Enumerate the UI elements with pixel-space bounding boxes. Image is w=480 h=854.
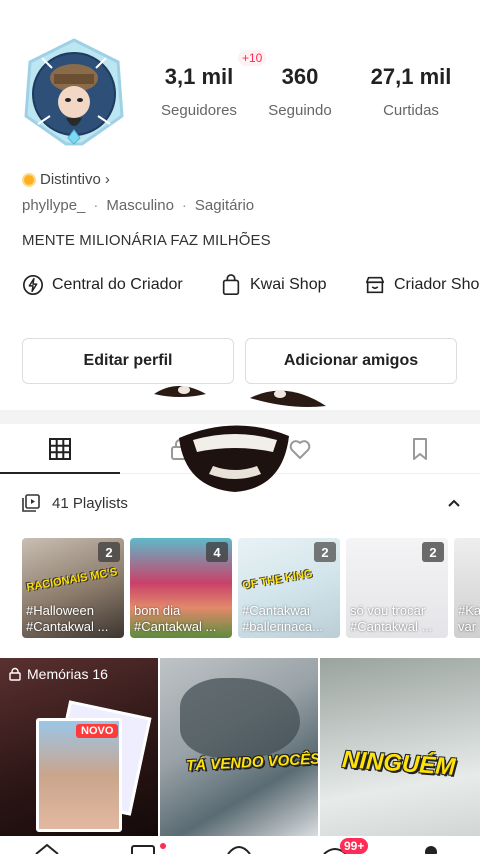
playlist-title: #Ka var <box>458 603 480 634</box>
playlist-title: bom dia #Cantakwal ... <box>134 603 217 634</box>
profile-header: 3,1 mil Seguidores 360 Seguindo 27,1 mil… <box>0 0 480 165</box>
tab-grid[interactable] <box>0 424 120 474</box>
memories-label: Memórias 16 <box>8 666 108 682</box>
chevron-right-icon: › <box>104 171 110 188</box>
followers-stat[interactable]: 3,1 mil Seguidores <box>150 64 248 119</box>
inbox-badge: 99+ <box>340 838 369 854</box>
kwai-shop-label: Kwai Shop <box>250 276 327 293</box>
tab-saved[interactable] <box>360 424 480 473</box>
mouth-sticker <box>179 425 289 492</box>
username: phyllype_ <box>22 197 86 214</box>
new-followers-badge: +10 <box>238 50 267 66</box>
chevron-up-icon[interactable] <box>446 495 462 511</box>
lightning-circle-icon <box>23 275 43 295</box>
home-icon[interactable] <box>34 842 60 854</box>
profile-icon[interactable] <box>418 842 444 854</box>
memories-tile[interactable]: Memórias 16 NOVO <box>0 658 158 836</box>
edit-profile-button[interactable]: Editar perfil <box>22 338 234 384</box>
new-badge: NOVO <box>76 724 119 738</box>
playlist-card[interactable]: OF THE KING 2 #Cantakwai #ballerinaca... <box>238 538 340 638</box>
kwai-shop-link[interactable]: Kwai Shop <box>220 274 364 296</box>
avatar-frame-icon <box>24 38 124 146</box>
profile-stats: 3,1 mil Seguidores 360 Seguindo 27,1 mil… <box>150 50 470 119</box>
grid-icon <box>49 437 71 460</box>
profile-meta: phyllype_ · Masculino · Sagitário <box>22 197 254 214</box>
profile-bio: MENTE MILIONÁRIA FAZ MILHÕES <box>22 232 271 249</box>
playlist-card[interactable]: 4 bom dia #Cantakwal ... <box>130 538 232 638</box>
playlist-sticker: OF THE KING <box>241 567 314 593</box>
playlists-header[interactable]: 41 Playlists <box>22 494 462 512</box>
video-grid: Memórias 16 NOVO TÁ VENDO VOCÊS NINGUÉM <box>0 658 480 836</box>
memories-count-label: Memórias 16 <box>27 666 108 682</box>
storefront-icon <box>365 276 385 294</box>
badge-label: Distintivo <box>40 171 101 188</box>
shortcut-bar: Central do Criador Kwai Shop Criador Sho… <box>22 274 480 296</box>
playlist-count: 2 <box>98 542 120 562</box>
shopping-bag-icon <box>222 274 240 295</box>
video-tile[interactable]: TÁ VENDO VOCÊS <box>160 658 318 836</box>
followers-count: 3,1 mil <box>164 64 234 89</box>
meta-separator: · <box>181 197 187 214</box>
bookmark-icon <box>413 437 427 460</box>
playlist-count: 4 <box>206 542 228 562</box>
playlist-count: 2 <box>314 542 336 562</box>
add-friends-button[interactable]: Adicionar amigos <box>245 338 457 384</box>
following-stat[interactable]: 360 Seguindo <box>248 64 352 119</box>
avatar[interactable] <box>22 38 126 148</box>
playlist-title: só vou trocar #Cantakwal ... <box>350 603 433 634</box>
likes-label: Curtidas <box>383 102 439 119</box>
likes-stat[interactable]: 27,1 mil Curtidas <box>352 64 470 119</box>
likes-count: 27,1 mil <box>370 64 452 89</box>
following-label: Seguindo <box>268 102 332 119</box>
playlists-row: RACIONAIS MC'S 2 #Halloween #Cantakwal .… <box>22 538 480 638</box>
video-shape <box>180 678 300 758</box>
playlist-icon <box>22 494 40 512</box>
creator-shop-link[interactable]: Criador Shop <box>364 274 480 296</box>
playlist-card[interactable]: #Ka var <box>454 538 480 638</box>
playlist-sticker: RACIONAIS MC'S <box>25 566 119 594</box>
create-icon[interactable] <box>226 842 252 854</box>
playlist-count: 2 <box>422 542 444 562</box>
meta-separator: · <box>93 197 99 214</box>
badge-link[interactable]: Distintivo › <box>22 171 110 188</box>
followers-label: Seguidores <box>161 102 237 119</box>
video-caption: NINGUÉM <box>341 746 457 781</box>
following-count: 360 <box>281 64 319 89</box>
gender: Masculino <box>106 197 174 214</box>
playlist-card[interactable]: RACIONAIS MC'S 2 #Halloween #Cantakwal .… <box>22 538 124 638</box>
lock-icon <box>9 667 21 681</box>
zodiac: Sagitário <box>194 197 255 214</box>
video-tile[interactable]: NINGUÉM <box>320 658 480 836</box>
discover-icon[interactable] <box>130 842 156 854</box>
creator-center-link[interactable]: Central do Criador <box>22 274 220 296</box>
playlist-title: #Halloween #Cantakwal ... <box>26 603 109 634</box>
creator-center-label: Central do Criador <box>52 276 183 293</box>
playlist-card[interactable]: 2 só vou trocar #Cantakwal ... <box>346 538 448 638</box>
creator-shop-label: Criador Shop <box>394 276 480 293</box>
badge-medal-icon <box>22 172 36 187</box>
playlists-count-label: 41 Playlists <box>52 494 128 512</box>
notification-dot <box>160 843 166 849</box>
playlist-title: #Cantakwai #ballerinaca... <box>242 603 323 634</box>
